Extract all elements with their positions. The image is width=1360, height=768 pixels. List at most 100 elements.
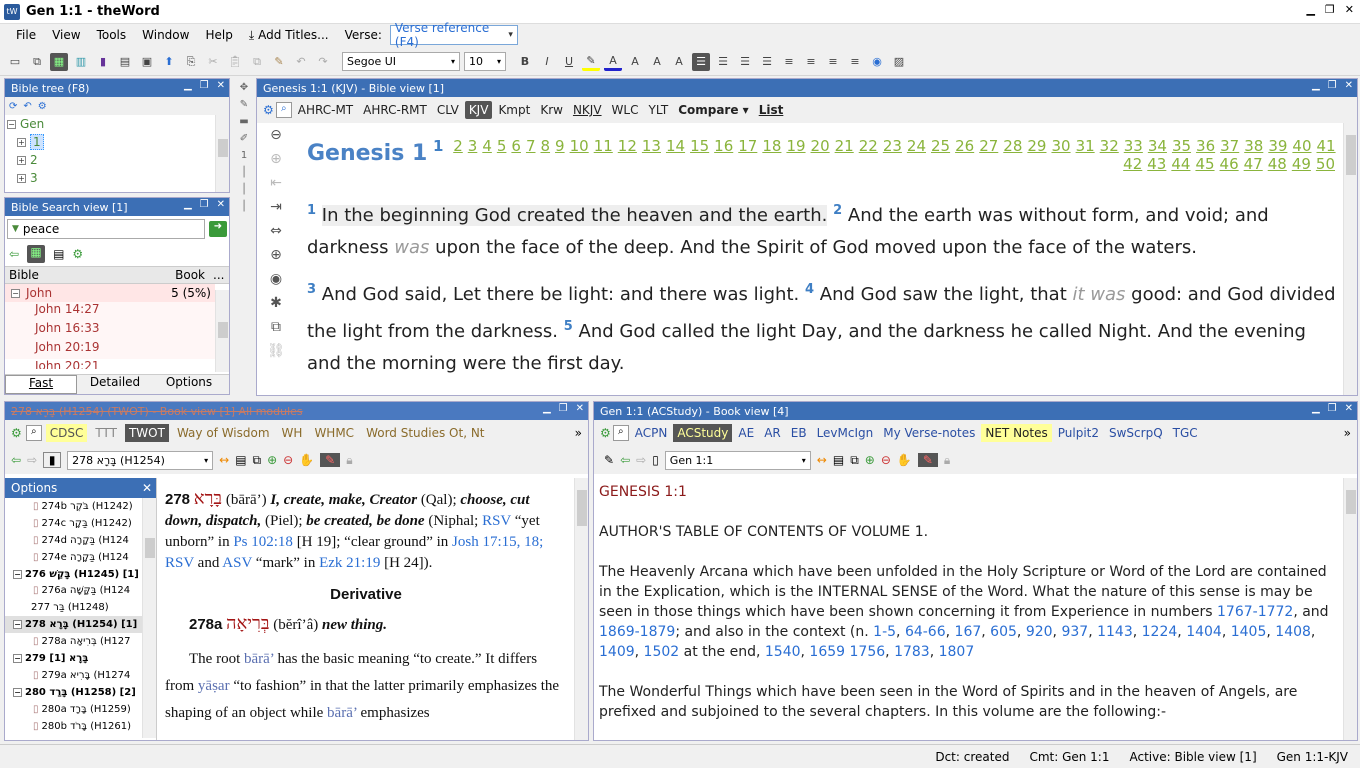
chapter-link[interactable]: 45 (1195, 155, 1214, 173)
close-icon[interactable]: ✕ (217, 199, 225, 210)
layout-icon[interactable]: ▦ (50, 52, 68, 71)
chapter-link[interactable]: 3 (468, 137, 478, 155)
link-icon[interactable]: ⇔ (270, 223, 282, 239)
font-size-select[interactable]: 10 ▾ (464, 52, 506, 71)
options-tree-item[interactable]: ▯ 274e בַּקָרָה (H124 (5, 549, 143, 566)
chapter-link[interactable]: 8 (541, 137, 551, 155)
list-icon[interactable]: ▤ (53, 247, 64, 261)
zoom-out-icon[interactable]: ⊖ (283, 453, 293, 467)
module-tab[interactable]: AHRC-MT (294, 101, 357, 119)
chapter-link[interactable]: 2 (453, 137, 463, 155)
module-tab[interactable]: Kmpt (494, 101, 534, 119)
bold-icon[interactable]: B (516, 53, 534, 71)
align-left-icon[interactable]: ☰ (692, 52, 710, 71)
globe-icon[interactable]: ◉ (868, 53, 886, 71)
module-tab[interactable]: CDSC (45, 424, 88, 442)
number-link[interactable]: 1143 (1097, 624, 1133, 640)
edit-icon[interactable]: ✎ (604, 453, 614, 467)
options-header[interactable]: Options ✕ (5, 478, 156, 498)
chapter-link[interactable]: 30 (1051, 137, 1070, 155)
hand-icon[interactable]: ✋ (299, 453, 314, 467)
ps-link[interactable]: Ps 102:18 (233, 534, 293, 550)
chapter-link[interactable]: 12 (618, 137, 637, 155)
outdent-icon[interactable]: ≡ (824, 53, 842, 71)
back-arrow-icon[interactable]: ⇦ (620, 453, 630, 467)
ezk-link[interactable]: Ezk 21:19 (319, 555, 380, 571)
rsv-link[interactable]: RSV (165, 555, 194, 571)
copy-icon[interactable]: ⧉ (271, 319, 281, 335)
paste-special-icon[interactable]: ⧉ (248, 53, 266, 71)
undo-icon[interactable]: ↶ (23, 101, 31, 112)
undo-icon[interactable]: ↶ (292, 53, 310, 71)
search-icon[interactable]: ⌕ (25, 425, 42, 441)
grow-font-icon[interactable]: A (648, 53, 666, 71)
tools-icon[interactable]: ⚙ (263, 103, 274, 117)
verse-2-cont[interactable]: upon the face of the deep. And the Spiri… (435, 237, 1197, 258)
align-right-icon[interactable]: ☰ (736, 53, 754, 71)
collapse-icon[interactable]: − (11, 288, 20, 298)
font-color-icon[interactable]: A (604, 53, 622, 71)
module-tab[interactable]: Krw (536, 101, 567, 119)
close-icon[interactable]: ✕ (1345, 403, 1353, 414)
expand-icon[interactable]: + (17, 137, 26, 147)
tree-item-chapter[interactable]: +3 (7, 169, 229, 187)
chapter-link[interactable]: 24 (907, 137, 926, 155)
chapter-link[interactable]: 21 (835, 137, 854, 155)
indent-icon[interactable]: ≡ (846, 53, 864, 71)
result-item[interactable]: John 16:33 (5, 321, 215, 340)
verse-reference-input[interactable]: Verse reference (F4) ▾ (389, 21, 518, 49)
forward-arrow-icon[interactable]: ⇨ (636, 453, 646, 467)
module-tab-active[interactable]: ACStudy (673, 424, 733, 442)
zoom-out-icon[interactable]: ⊖ (881, 453, 891, 467)
module-tab[interactable]: AR (760, 424, 785, 442)
minimize-icon[interactable]: ▁ (184, 80, 192, 91)
module-tab[interactable]: AHRC-RMT (359, 101, 431, 119)
module-tab[interactable]: ACPN (631, 424, 672, 442)
tab-options[interactable]: Options (153, 375, 225, 394)
chapter-link[interactable]: 4 (482, 137, 492, 155)
chapter-link[interactable]: 32 (1100, 137, 1119, 155)
number-link[interactable]: 1502 (644, 644, 680, 660)
chapter-link[interactable]: 20 (811, 137, 830, 155)
expand-icon[interactable]: + (17, 155, 26, 165)
collapse-icon[interactable]: − (13, 653, 22, 663)
rsv-link[interactable]: RSV (482, 513, 511, 529)
verse-4-cont2[interactable]: the light from the darkness. (307, 321, 558, 342)
print-icon[interactable]: ▤ (235, 453, 246, 467)
close-icon[interactable]: ✕ (142, 481, 152, 495)
compare-button[interactable]: Compare ▾ (674, 101, 753, 119)
tree-item-chapter[interactable]: +2 (7, 151, 229, 169)
module-tab[interactable]: AE (734, 424, 758, 442)
underline-icon[interactable]: U (560, 53, 578, 71)
chapter-link[interactable]: 35 (1172, 137, 1191, 155)
chapter-link[interactable]: 47 (1244, 155, 1263, 173)
number-link[interactable]: 1783 (894, 644, 930, 660)
module-tab[interactable]: My Verse-notes (879, 424, 979, 442)
expand-icon[interactable]: + (17, 173, 26, 183)
chapter-link[interactable]: 49 (1292, 155, 1311, 173)
cut-icon[interactable]: ✂ (204, 53, 222, 71)
window-layout-icon[interactable]: ▤ (116, 53, 134, 71)
module-tab-active[interactable]: KJV (464, 101, 493, 119)
menu-view[interactable]: View (44, 28, 88, 42)
number-link[interactable]: 1869-1879 (599, 624, 675, 640)
book-icon[interactable]: ▯ (652, 453, 659, 467)
maximize-icon[interactable]: ❐ (200, 80, 209, 91)
chapter-link[interactable]: 23 (883, 137, 902, 155)
maximize-icon[interactable]: ❐ (1328, 80, 1337, 91)
layout-icon[interactable]: ▦ (27, 245, 46, 263)
edit-icon[interactable]: ✎ (240, 99, 248, 110)
chapter-link[interactable]: 31 (1076, 137, 1095, 155)
chapter-link[interactable]: 16 (714, 137, 733, 155)
chapter-link[interactable]: 33 (1124, 137, 1143, 155)
options-tree-item[interactable]: −278 בָּרָא (H1254) [1] (5, 616, 143, 634)
module-tab[interactable]: Pulpit2 (1054, 424, 1103, 442)
zoom-in-icon[interactable]: ⊕ (865, 453, 875, 467)
print-icon[interactable]: ▤ (833, 453, 844, 467)
chapter-link[interactable]: 18 (762, 137, 781, 155)
add-titles-button[interactable]: ⤓ Add Titles... (241, 28, 337, 43)
verse-number[interactable]: 5 (564, 319, 573, 334)
verse-5-cont[interactable]: morning were the first day. (382, 353, 625, 374)
asv-link[interactable]: ASV (222, 555, 252, 571)
vertical-scrollbar[interactable] (215, 290, 229, 372)
